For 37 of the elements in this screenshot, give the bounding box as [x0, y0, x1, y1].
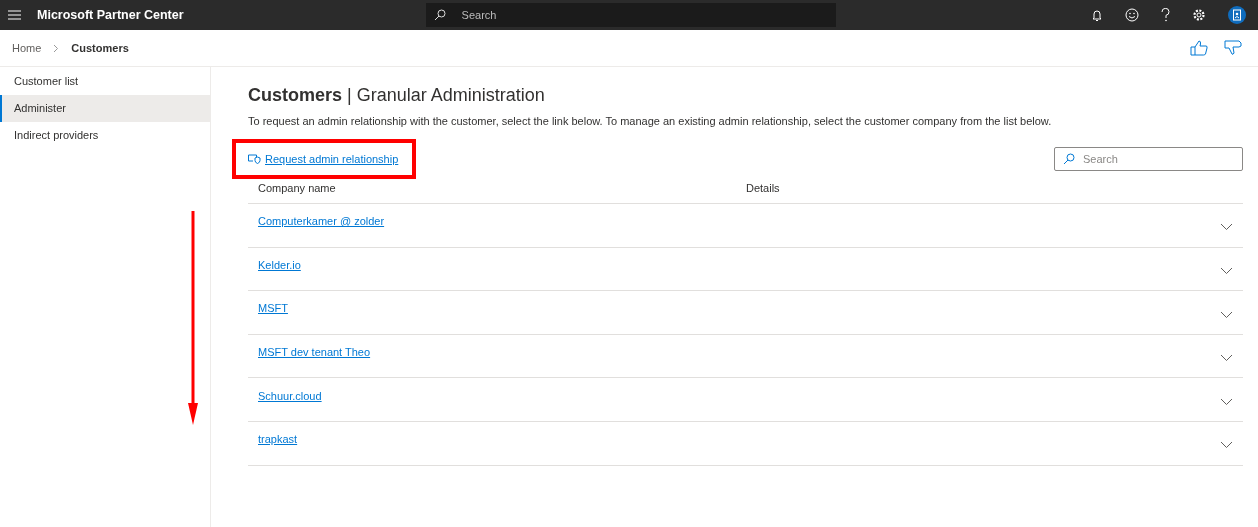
menu-icon[interactable] — [8, 10, 21, 20]
sidebar-item[interactable]: Administer — [0, 95, 210, 122]
company-link[interactable]: Schuur.cloud — [258, 387, 322, 404]
column-header: Details — [746, 180, 780, 196]
chevron-down-icon[interactable] — [1220, 441, 1233, 450]
search-icon — [433, 9, 446, 21]
chevron-down-icon[interactable] — [1220, 310, 1233, 319]
description-text: To request an admin relationship with the customer, select the link below. To manage an existing admin relationship, select the customer company from the list below. — [248, 113, 1053, 129]
breadcrumb-item[interactable]: Home — [12, 39, 42, 57]
breadcrumb-item: Customers — [71, 40, 129, 56]
thumbs-down-icon[interactable] — [1224, 40, 1242, 56]
company-link[interactable]: Computerkamer @ zolder — [258, 213, 385, 230]
search-field[interactable]: Search — [425, 3, 836, 27]
settings-icon[interactable] — [1192, 8, 1206, 22]
page-title: Customers | Granular Administration — [248, 85, 546, 107]
chevron-right-icon — [53, 43, 60, 53]
sidebar-item[interactable]: Indirect providers — [0, 122, 210, 149]
column-header: Company name — [258, 180, 337, 196]
thumbs-up-icon[interactable] — [1190, 40, 1208, 56]
company-link[interactable]: MSFT — [258, 300, 288, 317]
avatar-icon[interactable] — [1228, 6, 1246, 24]
chevron-down-icon[interactable] — [1220, 223, 1233, 232]
app-title: Microsoft Partner Center — [37, 6, 184, 24]
chevron-down-icon[interactable] — [1220, 354, 1233, 363]
admin-shield-icon — [248, 154, 261, 165]
sidebar-item[interactable]: Customer list — [0, 68, 210, 95]
chevron-down-icon[interactable] — [1220, 267, 1233, 275]
request-admin-link[interactable]: Request admin relationship — [248, 150, 399, 168]
company-link[interactable]: trapkast — [258, 431, 298, 448]
help-icon[interactable] — [1161, 8, 1170, 22]
search-icon — [1063, 153, 1075, 166]
smiley-icon[interactable] — [1125, 8, 1139, 22]
company-link[interactable]: MSFT dev tenant Theo — [258, 343, 371, 361]
search-field[interactable]: Search — [1054, 147, 1243, 172]
bell-icon[interactable] — [1091, 8, 1103, 22]
company-link[interactable]: Kelder.io — [258, 256, 301, 274]
chevron-down-icon[interactable] — [1220, 397, 1233, 406]
